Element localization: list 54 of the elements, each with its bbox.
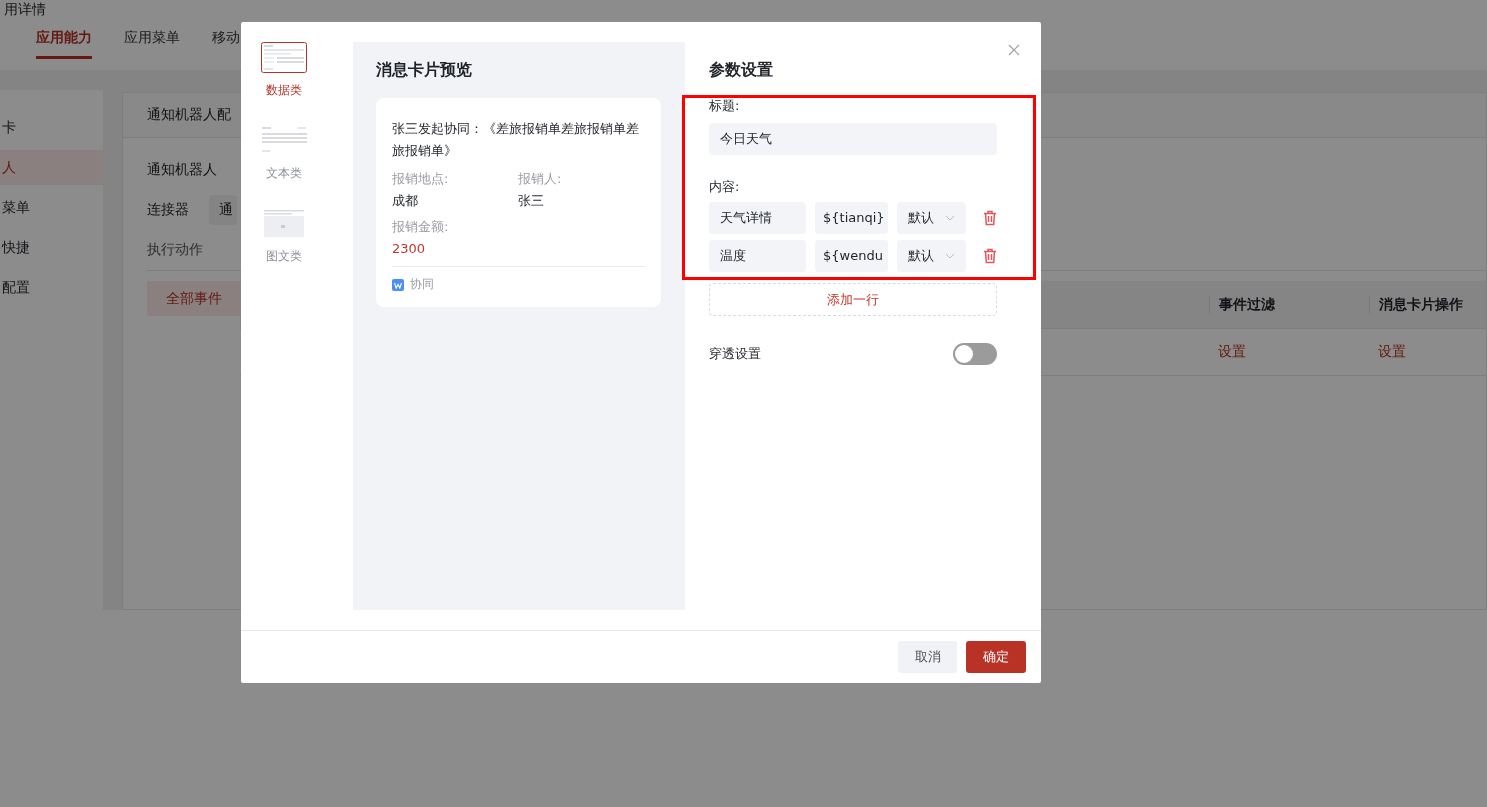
app-logo-icon (392, 278, 404, 291)
column-header: 事件过滤 (1209, 295, 1369, 314)
settings-link[interactable]: 设置 (1378, 343, 1406, 359)
image-layout-thumbnail-icon (261, 208, 307, 239)
chevron-down-icon (945, 253, 955, 259)
field-value: 张三 (518, 192, 545, 210)
chevron-down-icon (945, 215, 955, 221)
sidebar-item[interactable]: 配置 (0, 270, 103, 305)
field-label: 内容: (709, 178, 741, 196)
field-label: 报销人: (518, 170, 563, 188)
settings-link[interactable]: 设置 (1218, 343, 1246, 359)
card-source: 协同 (410, 276, 434, 293)
delete-icon[interactable] (983, 248, 997, 264)
variable-input[interactable]: ${tianqi} (815, 202, 888, 234)
page-tab[interactable]: 应用菜单 (124, 25, 180, 59)
params-title: 参数设置 (709, 60, 774, 80)
style-select[interactable]: 默认 (897, 202, 966, 234)
close-icon[interactable] (1008, 44, 1020, 56)
field-label: 报销地点: (392, 170, 450, 188)
field-value: 成都 (392, 192, 419, 210)
preview-title: 消息卡片预览 (376, 60, 473, 80)
card-type-option[interactable]: 文本类 (261, 125, 307, 182)
sidebar-item[interactable]: 快捷 (0, 230, 103, 265)
cancel-button[interactable]: 取消 (898, 641, 957, 673)
variable-input[interactable]: ${wendu (815, 240, 888, 272)
data-layout-thumbnail-icon (261, 42, 307, 73)
form-label: 连接器 (147, 201, 189, 219)
add-row-button[interactable]: 添加一行 (709, 283, 997, 316)
card-headline: 张三发起协同：《差旅报销单差旅报销单差旅报销单》 (392, 120, 640, 160)
card-type-option[interactable]: 数据类 (261, 42, 307, 99)
action-tab[interactable]: 执行动作 (147, 241, 203, 259)
filter-button[interactable]: 全部事件 (147, 281, 240, 316)
field-value: 2300 (392, 240, 427, 258)
confirm-button[interactable]: 确定 (966, 641, 1026, 673)
column-header: 消息卡片操作 (1369, 295, 1486, 314)
field-label: 报销金额: (392, 218, 450, 236)
page-title: 用详情 (3, 1, 47, 17)
title-input[interactable]: 今日天气 (709, 123, 997, 155)
style-select[interactable]: 默认 (897, 240, 966, 272)
sidebar-item[interactable]: 人 (0, 150, 103, 185)
connector-select[interactable]: 通 (209, 195, 237, 225)
name-input[interactable]: 温度 (709, 240, 806, 272)
card-type-option[interactable]: 图文类 (261, 208, 307, 265)
switch-label: 穿透设置 (709, 345, 761, 363)
sidebar-item[interactable]: 卡 (0, 110, 103, 145)
name-input[interactable]: 天气详情 (709, 202, 806, 234)
panel-title: 通知机器人配 (147, 106, 231, 124)
delete-icon[interactable] (983, 210, 997, 226)
field-label: 标题: (709, 97, 741, 115)
form-label: 通知机器人 (147, 161, 217, 179)
page-tab[interactable]: 应用能力 (36, 25, 92, 59)
page-tab[interactable]: 移动 (212, 25, 240, 59)
toggle-switch[interactable] (953, 343, 997, 365)
sidebar-item[interactable]: 菜单 (0, 190, 103, 225)
